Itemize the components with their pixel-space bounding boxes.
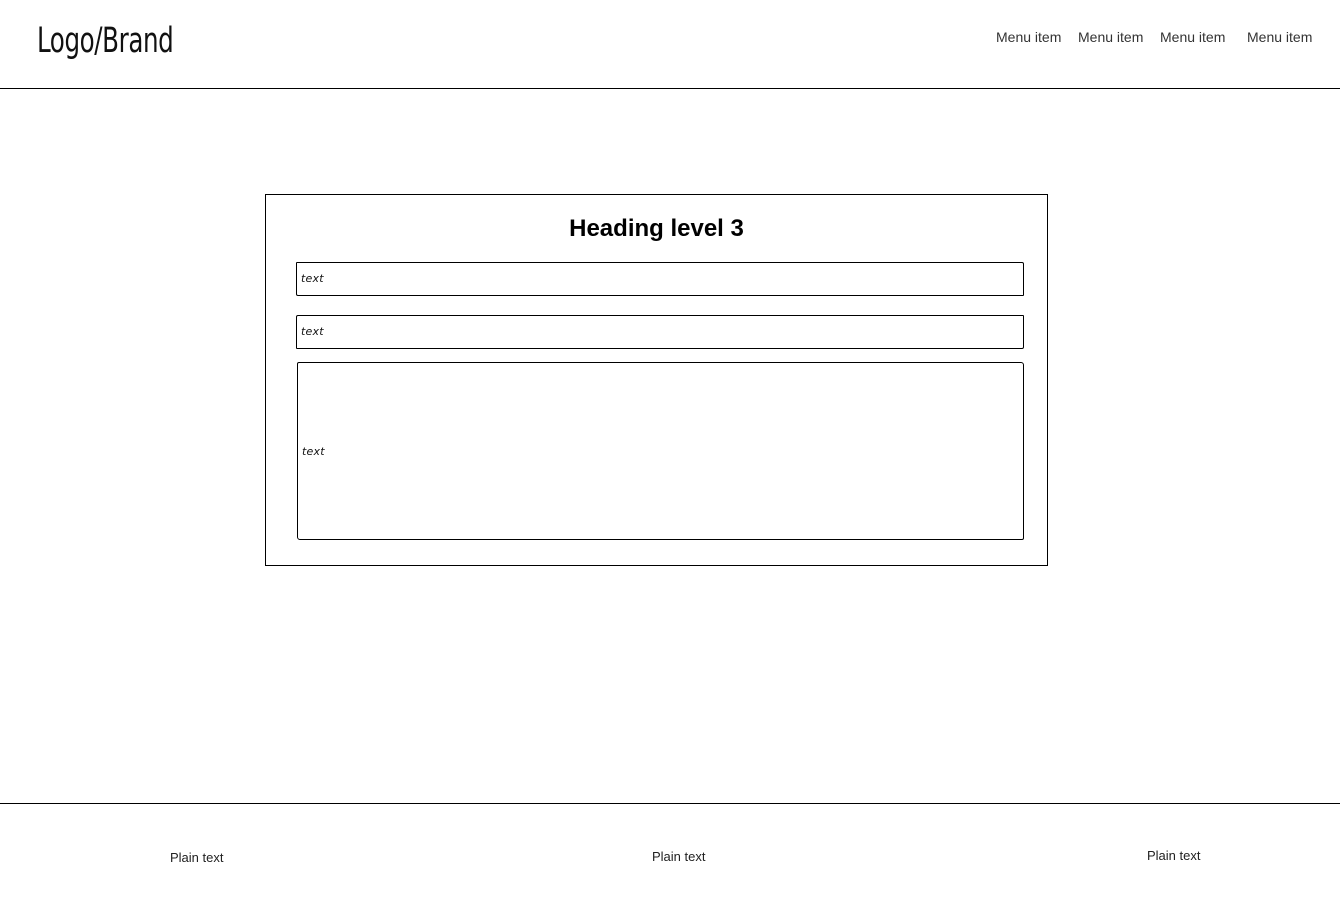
nav-menu-item-1[interactable]: Menu item bbox=[996, 29, 1061, 45]
text-input-1[interactable]: text bbox=[296, 262, 1024, 296]
nav-menu-item-3[interactable]: Menu item bbox=[1160, 29, 1225, 45]
text-input-1-value: text bbox=[301, 272, 324, 285]
footer-text-2: Plain text bbox=[652, 849, 706, 864]
nav-menu-item-4[interactable]: Menu item bbox=[1247, 29, 1312, 45]
textarea-message-value: text bbox=[302, 445, 325, 458]
form-card: Heading level 3 text text text bbox=[265, 194, 1048, 566]
footer-divider bbox=[0, 803, 1340, 804]
text-input-2-value: text bbox=[301, 325, 324, 338]
site-header: Logo/Brand Menu item Menu item Menu item… bbox=[0, 0, 1340, 89]
text-input-2[interactable]: text bbox=[296, 315, 1024, 349]
form-heading: Heading level 3 bbox=[569, 215, 744, 242]
textarea-message[interactable]: text bbox=[297, 362, 1024, 540]
brand-logo[interactable]: Logo/Brand bbox=[37, 20, 174, 62]
footer-text-1: Plain text bbox=[170, 850, 224, 865]
nav-menu-item-2[interactable]: Menu item bbox=[1078, 29, 1143, 45]
footer-text-3: Plain text bbox=[1147, 848, 1201, 863]
